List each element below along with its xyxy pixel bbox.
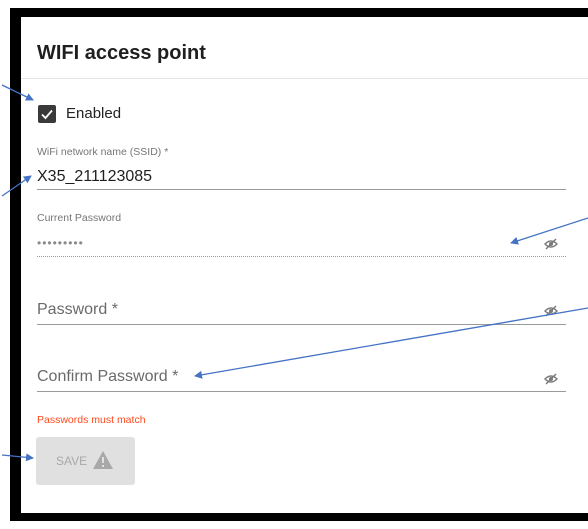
annotation-arrows bbox=[1, 84, 588, 462]
annotation-arrow bbox=[194, 307, 588, 379]
annotation-arrow bbox=[510, 217, 588, 245]
annotation-arrow bbox=[1, 453, 34, 462]
annotation-arrow bbox=[1, 84, 34, 101]
annotation-arrow bbox=[1, 175, 32, 197]
